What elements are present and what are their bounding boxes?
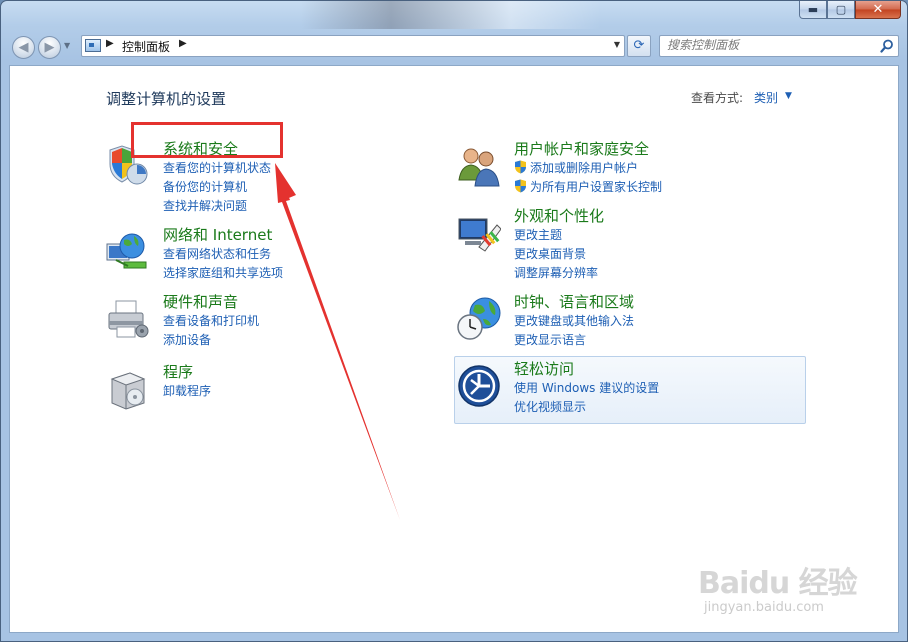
link-add-remove-accounts[interactable]: 添加或删除用户帐户 — [514, 159, 638, 176]
link-parental-controls[interactable]: 为所有用户设置家长控制 — [514, 178, 662, 195]
ease-of-access-icon — [458, 365, 500, 407]
printer-icon — [108, 300, 149, 338]
uac-shield-icon — [515, 160, 526, 174]
address-bar[interactable]: ▶ 控制面板 ▶ ▼ — [81, 35, 625, 57]
navigation-toolbar: ◀ ▶ ▼ ▶ 控制面板 ▶ ▼ ⟳ — [1, 27, 907, 65]
search-box[interactable] — [659, 35, 899, 57]
annotation-highlight-box — [131, 122, 283, 158]
link-windows-suggested-settings[interactable]: 使用 Windows 建议的设置 — [514, 379, 659, 396]
address-dropdown-icon[interactable]: ▼ — [614, 40, 620, 49]
control-panel-window: ▬ ▢ ✕ ◀ ▶ ▼ ▶ 控制面板 ▶ ▼ ⟳ 调整计算机的设置 查看方式: … — [0, 0, 908, 642]
forward-button[interactable]: ▶ — [38, 36, 61, 59]
category-title-user-accounts[interactable]: 用户帐户和家庭安全 — [514, 138, 649, 159]
network-globe-icon — [106, 233, 147, 269]
search-icon[interactable] — [880, 39, 894, 53]
users-icon — [458, 148, 500, 187]
link-optimize-visual-display[interactable]: 优化视频显示 — [514, 398, 586, 415]
link-change-theme[interactable]: 更改主题 — [514, 226, 562, 243]
minimize-button[interactable]: ▬ — [799, 1, 827, 19]
recent-pages-dropdown-icon[interactable]: ▼ — [64, 41, 70, 50]
category-title-appearance[interactable]: 外观和个性化 — [514, 205, 604, 226]
link-add-remove-accounts-label[interactable]: 添加或删除用户帐户 — [530, 161, 638, 175]
link-change-keyboard[interactable]: 更改键盘或其他输入法 — [514, 312, 634, 329]
title-bar — [301, 1, 601, 29]
category-title-hardware-sound[interactable]: 硬件和声音 — [163, 291, 238, 312]
appearance-monitor-icon — [458, 218, 501, 252]
close-button[interactable]: ✕ — [855, 1, 901, 19]
programs-box-icon — [110, 372, 146, 410]
link-adjust-resolution[interactable]: 调整屏幕分辨率 — [514, 264, 598, 281]
breadcrumb-chevron-icon[interactable]: ▶ — [179, 38, 187, 49]
search-input[interactable] — [667, 38, 867, 52]
link-uninstall-program[interactable]: 卸载程序 — [163, 382, 211, 399]
category-title-ease-of-access[interactable]: 轻松访问 — [514, 358, 574, 379]
link-change-desktop-background[interactable]: 更改桌面背景 — [514, 245, 586, 262]
maximize-button[interactable]: ▢ — [827, 1, 855, 19]
clock-globe-icon — [457, 297, 501, 340]
link-view-network-status[interactable]: 查看网络状态和任务 — [163, 245, 271, 262]
chevron-down-icon[interactable]: ▼ — [785, 91, 792, 101]
page-title: 调整计算机的设置 — [106, 90, 227, 108]
uac-shield-icon — [515, 179, 526, 193]
view-by-label: 查看方式: — [691, 91, 744, 105]
category-title-programs[interactable]: 程序 — [163, 361, 193, 382]
link-backup-computer[interactable]: 备份您的计算机 — [163, 178, 247, 195]
link-parental-controls-label[interactable]: 为所有用户设置家长控制 — [530, 180, 662, 194]
control-panel-icon — [85, 39, 101, 52]
link-troubleshoot[interactable]: 查找并解决问题 — [163, 197, 247, 214]
category-title-network-internet[interactable]: 网络和 Internet — [163, 224, 272, 245]
refresh-button[interactable]: ⟳ — [627, 35, 651, 57]
baidu-watermark: Baidu 经验 jingyan.baidu.com — [698, 558, 858, 615]
watermark-url: jingyan.baidu.com — [704, 600, 824, 615]
breadcrumb-control-panel[interactable]: 控制面板 — [122, 38, 170, 55]
link-devices-printers[interactable]: 查看设备和打印机 — [163, 312, 259, 329]
link-change-display-language[interactable]: 更改显示语言 — [514, 331, 586, 348]
category-title-clock-language-region[interactable]: 时钟、语言和区域 — [514, 291, 634, 312]
view-by-dropdown[interactable]: 类别 — [754, 89, 778, 106]
caption-buttons: ▬ ▢ ✕ — [799, 1, 901, 19]
link-view-computer-status[interactable]: 查看您的计算机状态 — [163, 159, 271, 176]
breadcrumb-chevron-icon[interactable]: ▶ — [106, 38, 114, 49]
watermark-logo: Baidu 经验 — [698, 566, 858, 601]
back-button[interactable]: ◀ — [12, 36, 35, 59]
link-add-device[interactable]: 添加设备 — [163, 331, 211, 348]
link-homegroup-sharing[interactable]: 选择家庭组和共享选项 — [163, 264, 283, 281]
